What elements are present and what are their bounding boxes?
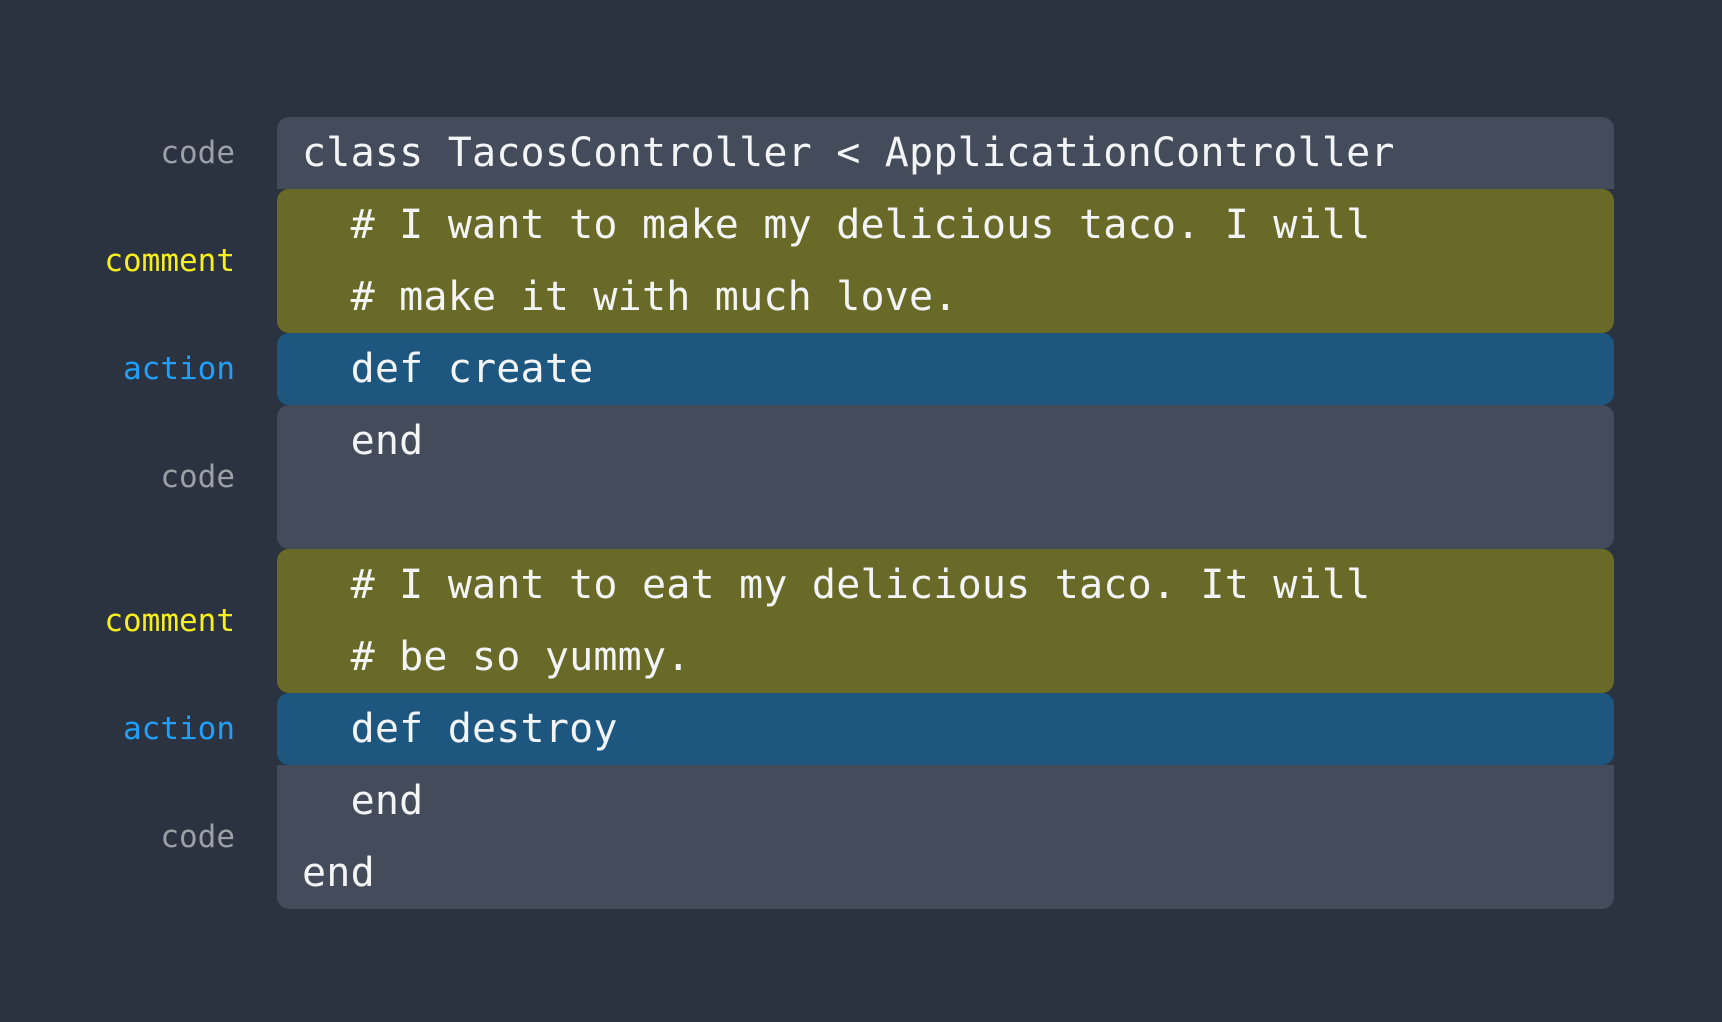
annotated-row: code end end (0, 765, 1722, 909)
annotation-label-code: code (160, 458, 235, 495)
action-block-def-destroy[interactable]: def destroy (277, 693, 1614, 765)
code-line: class TacosController < ApplicationContr… (302, 130, 1395, 176)
annotated-row: code class TacosController < Application… (0, 117, 1722, 189)
annotation-label-code: code (160, 134, 235, 171)
annotation-label-action: action (123, 710, 235, 747)
annotated-code-rows: code class TacosController < Application… (0, 117, 1722, 909)
code-line: end (302, 778, 424, 824)
code-block-end-class[interactable]: end end (277, 765, 1614, 909)
annotation-label-action: action (123, 350, 235, 387)
row-label-cell: code (0, 117, 277, 189)
row-label-cell: action (0, 333, 277, 405)
annotated-row: comment # I want to eat my delicious tac… (0, 549, 1722, 693)
code-line: # be so yummy. (302, 634, 691, 680)
annotated-row: action def destroy (0, 693, 1722, 765)
code-line: end (302, 850, 375, 896)
code-block-class-declaration[interactable]: class TacosController < ApplicationContr… (277, 117, 1614, 189)
comment-block-destroy[interactable]: # I want to eat my delicious taco. It wi… (277, 549, 1614, 693)
annotated-row: comment # I want to make my delicious ta… (0, 189, 1722, 333)
annotated-row: action def create (0, 333, 1722, 405)
annotated-code-figure: code class TacosController < Application… (0, 0, 1722, 1022)
code-line: # make it with much love. (302, 274, 958, 320)
row-label-cell: code (0, 405, 277, 549)
annotation-label-comment: comment (104, 602, 235, 639)
code-line: def create (302, 346, 594, 392)
code-line: def destroy (302, 706, 618, 752)
row-label-cell: comment (0, 189, 277, 333)
row-label-cell: action (0, 693, 277, 765)
annotation-label-code: code (160, 818, 235, 855)
annotated-row: code end (0, 405, 1722, 549)
code-line: # I want to eat my delicious taco. It wi… (302, 562, 1371, 608)
row-label-cell: comment (0, 549, 277, 693)
comment-block-create[interactable]: # I want to make my delicious taco. I wi… (277, 189, 1614, 333)
code-line: end (302, 418, 424, 464)
action-block-def-create[interactable]: def create (277, 333, 1614, 405)
code-line: # I want to make my delicious taco. I wi… (302, 202, 1371, 248)
code-block-end-create[interactable]: end (277, 405, 1614, 549)
row-label-cell: code (0, 765, 277, 909)
annotation-label-comment: comment (104, 242, 235, 279)
